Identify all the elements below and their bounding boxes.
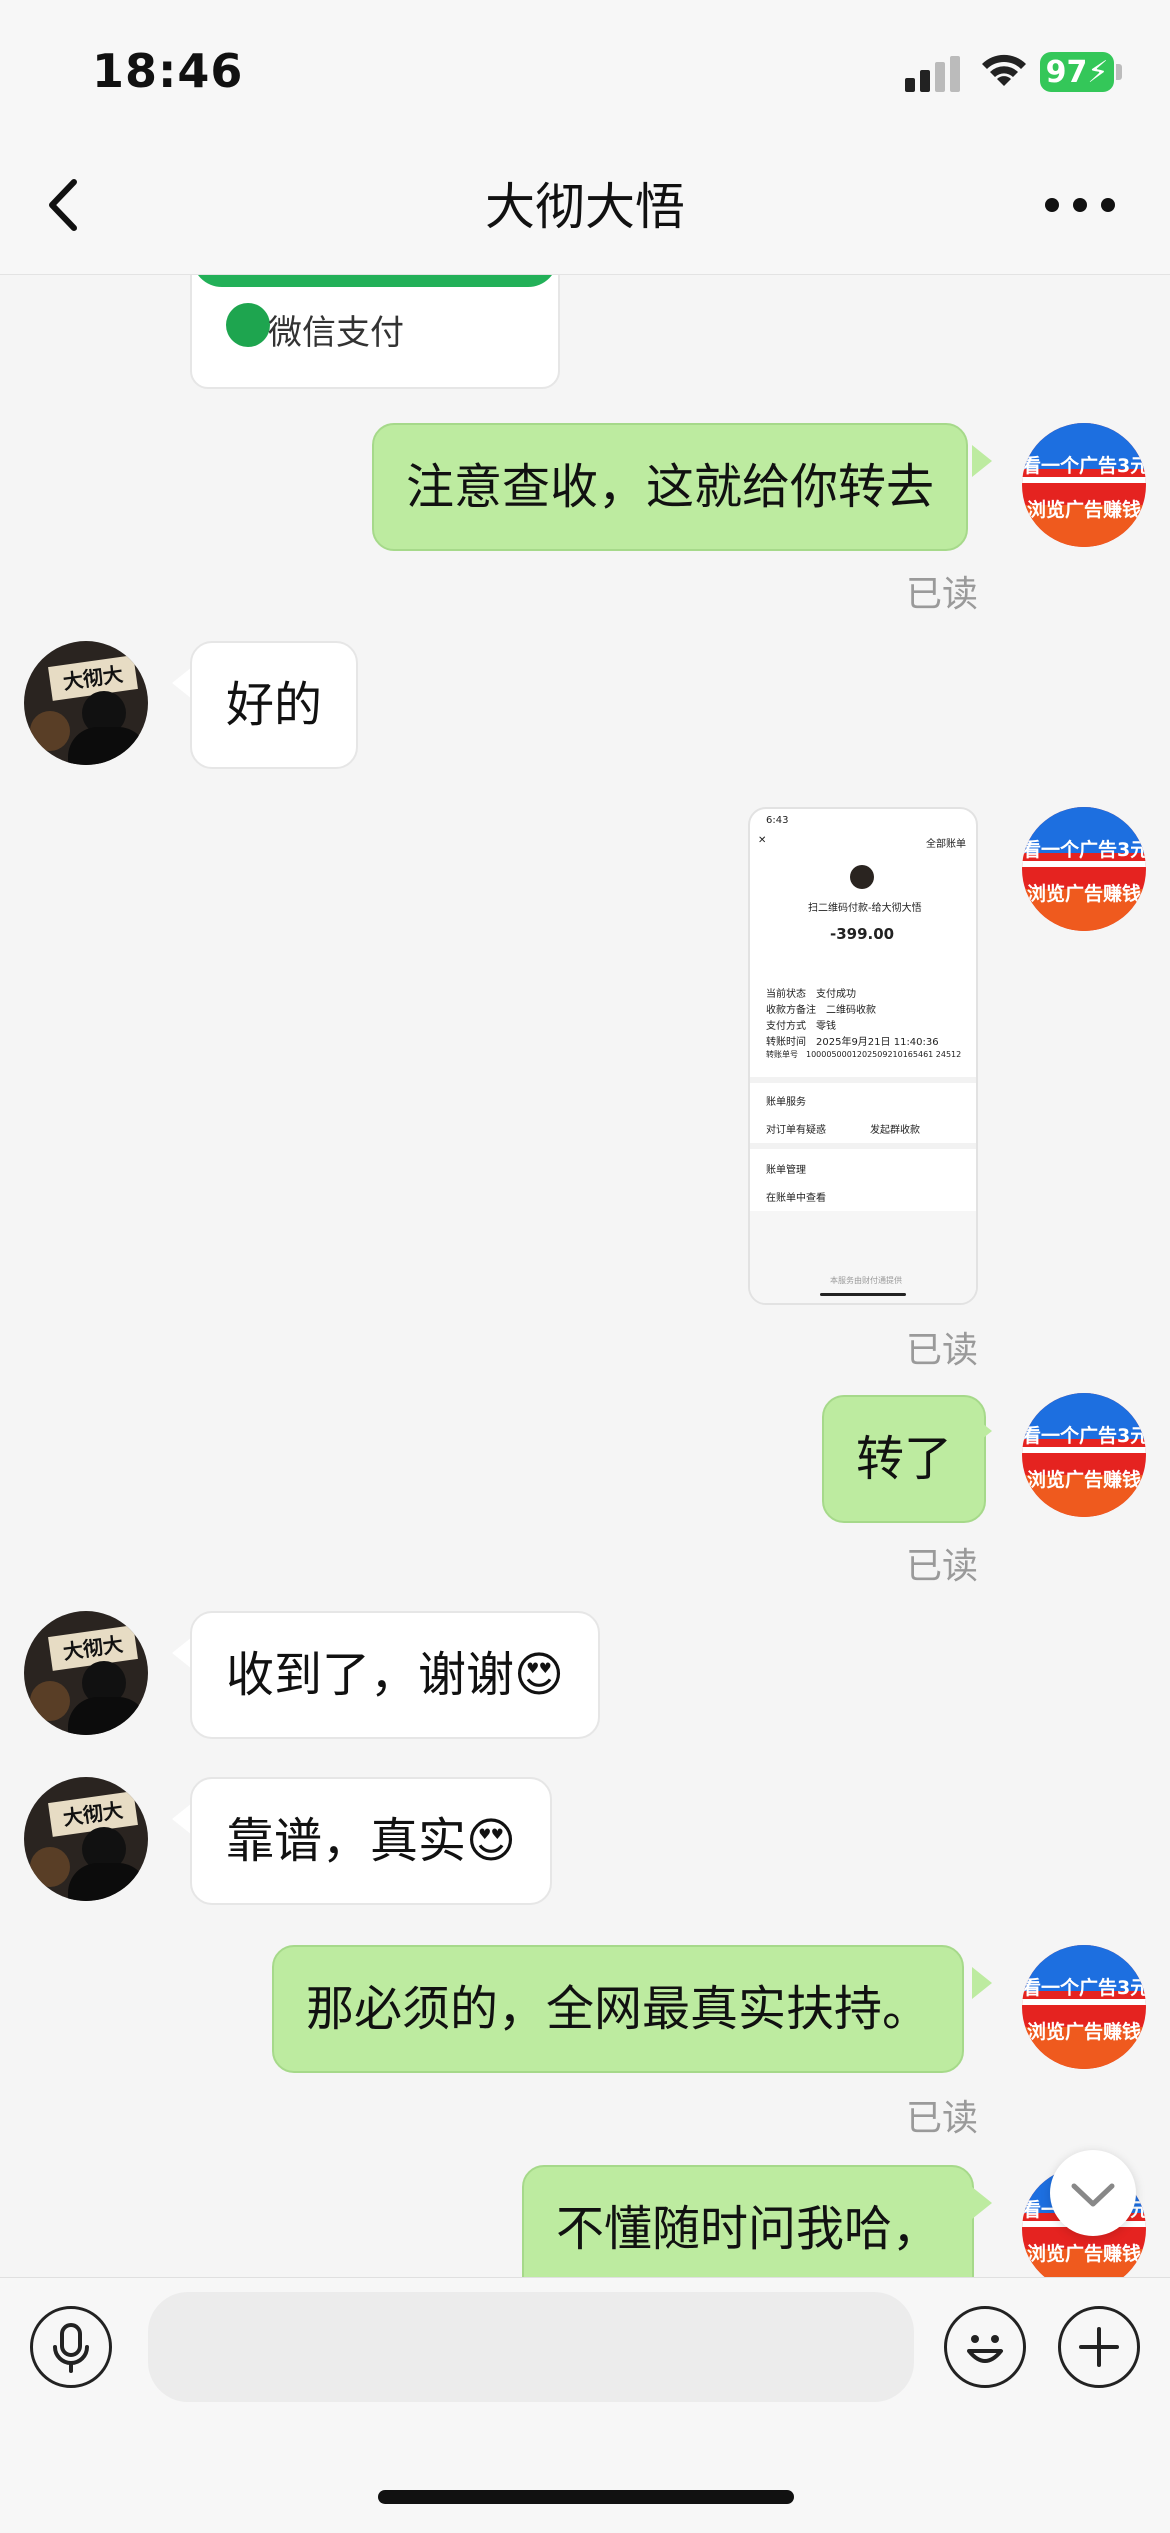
message-input[interactable] (148, 2292, 914, 2402)
receipt-header: 全部账单 (926, 839, 966, 850)
message-bubble-outgoing[interactable]: 不懂随时问我哈， (522, 2165, 975, 2277)
wifi-icon (982, 54, 1026, 86)
receipt-link: 对订单有疑惑 (766, 1125, 826, 1136)
battery-indicator: 97 ⚡ (1040, 52, 1114, 92)
bubble-tail (172, 1637, 192, 1669)
receipt-avatar (850, 865, 874, 889)
avatar-light (30, 1681, 70, 1721)
receipt-close-icon: ✕ (758, 835, 767, 846)
chat-area[interactable]: 微信支付 注意查收，这就给你转去 看一个广告3元 浏览广告赚钱 已读 大彻大 好… (0, 275, 1170, 2277)
avatar-text-line1: 看一个广告3元 (1022, 1425, 1146, 1447)
avatar-person-body (68, 727, 148, 765)
avatar-light (30, 1847, 70, 1887)
receipt-row: 转账单号 1000050001202509210165461 24512 (766, 1050, 962, 1059)
receipt-section-title: 账单服务 (766, 1097, 806, 1108)
receipt-divider (750, 1077, 976, 1083)
my-avatar[interactable]: 看一个广告3元 浏览广告赚钱 (1022, 1945, 1146, 2069)
receipt-section-title: 账单管理 (766, 1165, 806, 1176)
charging-bolt-icon: ⚡ (1087, 54, 1109, 90)
bubble-tail (172, 667, 192, 699)
chat-title: 大彻大悟 (485, 178, 685, 236)
receipt-row: 转账时间 2025年9月21日 11:40:36 (766, 1037, 939, 1048)
payment-receipt-image[interactable]: 6:43 ✕ 全部账单 扫二维码付款-给大彻大悟 -399.00 当前状态 支付… (748, 807, 978, 1305)
battery-cap (1116, 64, 1122, 80)
read-status: 已读 (906, 1330, 979, 1371)
receipt-amount: -399.00 (830, 925, 895, 943)
more-actions-button[interactable] (1058, 2306, 1140, 2388)
message-bubble-incoming[interactable]: 好的 (190, 641, 359, 769)
status-time: 18:46 (92, 44, 244, 98)
receipt-home-indicator (820, 1293, 906, 1296)
my-avatar[interactable]: 看一个广告3元 浏览广告赚钱 (1022, 807, 1146, 931)
message-bubble-outgoing[interactable]: 注意查收，这就给你转去 (372, 423, 969, 551)
avatar-text-line2: 浏览广告赚钱 (1026, 883, 1141, 905)
contact-avatar[interactable]: 大彻大 (24, 641, 148, 765)
message-text: 不懂随时问我哈， (556, 2201, 941, 2257)
voice-input-button[interactable] (30, 2306, 112, 2388)
contact-avatar[interactable]: 大彻大 (24, 1611, 148, 1735)
avatar-text-line2: 浏览广告赚钱 (1026, 2243, 1141, 2265)
avatar-text-line2: 浏览广告赚钱 (1026, 2021, 1141, 2043)
pay-card-header (192, 275, 558, 287)
read-status: 已读 (906, 2098, 979, 2139)
emoji-button[interactable] (944, 2306, 1026, 2388)
avatar-text-line2: 浏览广告赚钱 (1026, 499, 1141, 521)
receipt-link: 在账单中查看 (766, 1193, 826, 1204)
avatar-light (30, 711, 70, 751)
avatar-text-line1: 看一个广告3元 (1022, 839, 1146, 861)
contact-avatar[interactable]: 大彻大 (24, 1777, 148, 1901)
receipt-row: 当前状态 支付成功 (766, 989, 856, 1000)
receipt-link: 发起群收款 (870, 1125, 920, 1136)
message-text: 那必须的，全网最真实扶持。 (306, 1981, 931, 2037)
emoji-icon (967, 2335, 1003, 2363)
receipt-merchant: 扫二维码付款-给大彻大悟 (808, 903, 922, 914)
cellular-signal-icon (905, 56, 960, 92)
bubble-tail (972, 1415, 992, 1447)
bubble-tail (972, 445, 992, 477)
read-status: 已读 (906, 574, 979, 615)
my-avatar[interactable]: 看一个广告3元 浏览广告赚钱 (1022, 423, 1146, 547)
receipt-footer-area (750, 1211, 976, 1303)
home-indicator (378, 2490, 794, 2504)
bubble-tail (972, 1967, 992, 1999)
receipt-footer: 本服务由财付通提供 (830, 1276, 902, 1285)
avatar-text-line2: 浏览广告赚钱 (1026, 1469, 1141, 1491)
wechat-pay-card[interactable]: 微信支付 (190, 275, 560, 389)
battery-level: 97 (1045, 54, 1088, 90)
receipt-row: 收款方备注 二维码收款 (766, 1005, 876, 1016)
read-status: 已读 (906, 1546, 979, 1587)
message-text: 转了 (856, 1431, 953, 1487)
message-text: 注意查收，这就给你转去 (406, 459, 935, 515)
wechat-pay-icon (226, 303, 270, 347)
plus-icon (1079, 2327, 1119, 2367)
pay-card-label: 微信支付 (268, 313, 404, 353)
avatar-person-body (68, 1697, 148, 1735)
bubble-tail (172, 1803, 192, 1835)
scroll-to-bottom-button[interactable] (1050, 2150, 1136, 2236)
microphone-icon (53, 2323, 89, 2373)
message-bubble-incoming[interactable]: 靠谱，真实😍 (190, 1777, 553, 1905)
chevron-down-icon (1071, 2183, 1115, 2207)
receipt-time: 6:43 (766, 815, 789, 826)
receipt-divider (750, 1143, 976, 1149)
message-bubble-outgoing[interactable]: 转了 (822, 1395, 987, 1523)
my-avatar[interactable]: 看一个广告3元 浏览广告赚钱 (1022, 1393, 1146, 1517)
avatar-person-body (68, 1863, 148, 1901)
more-dots-icon[interactable] (1040, 190, 1120, 220)
avatar-text-line1: 看一个广告3元 (1022, 1977, 1146, 1999)
message-text: 收到了，谢谢😍 (226, 1647, 565, 1703)
receipt-row: 支付方式 零钱 (766, 1021, 836, 1032)
bubble-tail (972, 2187, 992, 2219)
message-bubble-outgoing[interactable]: 那必须的，全网最真实扶持。 (272, 1945, 965, 2073)
avatar-text-line1: 看一个广告3元 (1022, 455, 1146, 477)
message-bubble-incoming[interactable]: 收到了，谢谢😍 (190, 1611, 601, 1739)
message-text: 好的 (226, 677, 323, 733)
message-text: 靠谱，真实😍 (226, 1813, 517, 1869)
